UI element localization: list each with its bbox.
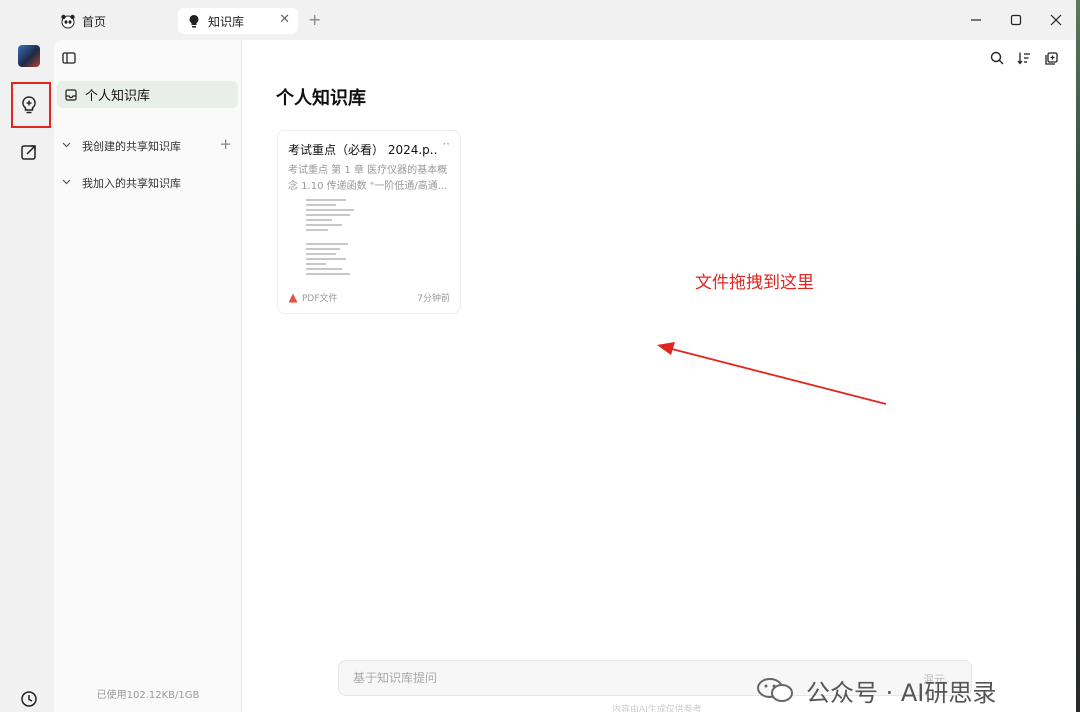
- app-window: 首页 知识库 ✕ + 个人知识库 我创建的共享知识库 + 我加入的共享知识库 已…: [0, 0, 1076, 712]
- wechat-icon: [756, 677, 796, 703]
- watermark-text: 公众号 · AI研思录: [806, 678, 997, 707]
- window-edge: [1076, 0, 1080, 712]
- annotation-arrow: [657, 342, 887, 405]
- watermark: 公众号 · AI研思录: [756, 672, 996, 708]
